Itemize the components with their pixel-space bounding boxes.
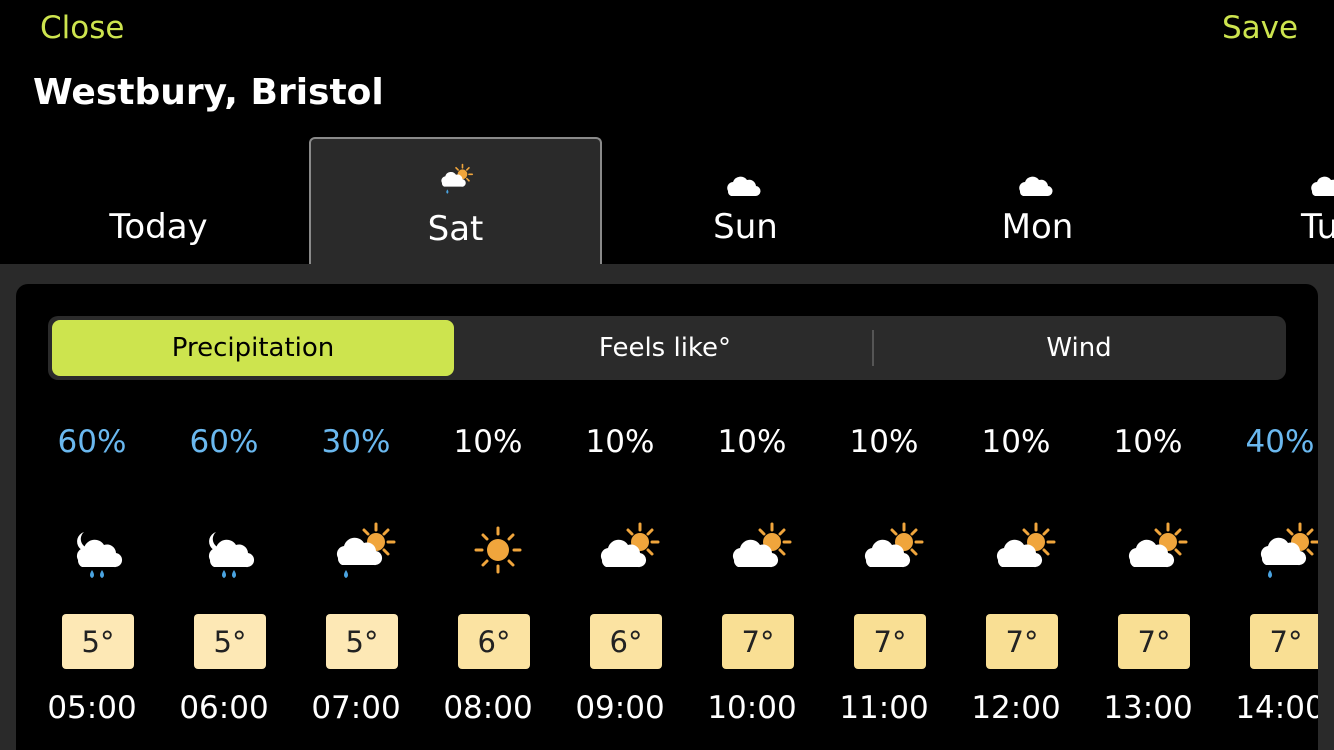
day-label: Tu — [1301, 207, 1334, 247]
hour-column: 60% 5° 05:00 — [26, 414, 158, 750]
temperature-badge: 7° — [986, 614, 1058, 669]
temperature-badge: 6° — [590, 614, 662, 669]
hour-column: 10% 6° 09:00 — [554, 414, 686, 750]
temperature-badge: 6° — [458, 614, 530, 669]
day-tab-sun[interactable]: Sun — [600, 137, 891, 264]
metric-segmented-control: Precipitation Feels like° Wind — [48, 316, 1286, 380]
segment-feels-like[interactable]: Feels like° — [464, 320, 866, 376]
precipitation-chance: 40% — [1245, 424, 1315, 460]
moon-cloud-rain-icon — [76, 532, 123, 578]
sun-icon — [474, 526, 522, 574]
save-button[interactable]: Save — [1222, 10, 1298, 46]
day-label: Sun — [713, 207, 778, 247]
precipitation-chance: 30% — [321, 424, 391, 460]
sun-cloud-rain-icon — [336, 522, 396, 578]
hour-time: 07:00 — [311, 690, 401, 726]
hour-column: 10% 6° 08:00 — [422, 414, 554, 750]
hour-time: 13:00 — [1103, 690, 1193, 726]
temperature-badge: 7° — [1250, 614, 1318, 669]
cloud-icon — [1311, 176, 1334, 196]
hour-column: 10% 7° 10:00 — [686, 414, 818, 750]
day-tab-today[interactable]: Today — [13, 137, 304, 264]
day-tab-tue[interactable]: Tu — [1184, 137, 1334, 264]
day-tab-mon[interactable]: Mon — [892, 137, 1183, 264]
precipitation-chance: 60% — [189, 424, 259, 460]
cloud-icon — [1018, 176, 1053, 197]
hour-column: 10% 7° 11:00 — [818, 414, 950, 750]
hour-column: 10% 7° 13:00 — [1082, 414, 1214, 750]
sun-cloud-icon — [732, 522, 792, 568]
temperature-badge: 5° — [62, 614, 134, 669]
hour-column: 10% 7° 12:00 — [950, 414, 1082, 750]
segment-divider — [872, 330, 874, 366]
sun-cloud-icon — [864, 522, 924, 568]
hour-time: 14:00 — [1235, 690, 1318, 726]
hour-column: 40% 7° 14:00 — [1214, 414, 1318, 750]
segment-precipitation[interactable]: Precipitation — [52, 320, 454, 376]
location-title: Westbury, Bristol — [33, 72, 384, 113]
precipitation-chance: 10% — [981, 424, 1051, 460]
day-label: Sat — [427, 209, 484, 249]
sun-cloud-rain-icon — [1260, 522, 1318, 578]
sun-cloud-icon — [996, 522, 1056, 568]
cloud-icon — [726, 176, 761, 197]
temperature-badge: 7° — [722, 614, 794, 669]
hour-time: 06:00 — [179, 690, 269, 726]
hour-time: 08:00 — [443, 690, 533, 726]
precipitation-chance: 10% — [1113, 424, 1183, 460]
segment-wind[interactable]: Wind — [878, 320, 1280, 376]
day-label: Today — [109, 207, 208, 247]
precipitation-chance: 60% — [57, 424, 127, 460]
temperature-badge: 7° — [1118, 614, 1190, 669]
precipitation-chance: 10% — [717, 424, 787, 460]
close-button[interactable]: Close — [40, 10, 124, 46]
sun-cloud-icon — [600, 522, 660, 568]
precipitation-chance: 10% — [849, 424, 919, 460]
hour-column: 30% 5° 07:00 — [290, 414, 422, 750]
temperature-badge: 5° — [194, 614, 266, 669]
day-label: Mon — [1001, 207, 1074, 247]
hour-time: 12:00 — [971, 690, 1061, 726]
sun-cloud-rain-icon — [440, 163, 473, 194]
hour-column: 60% 5° 06:00 — [158, 414, 290, 750]
temperature-badge: 5° — [326, 614, 398, 669]
hour-time: 11:00 — [839, 690, 929, 726]
hour-time: 05:00 — [47, 690, 137, 726]
hourly-panel: Precipitation Feels like° Wind 60% 5° 05:0… — [16, 284, 1318, 750]
day-tab-sat[interactable]: Sat — [309, 137, 602, 264]
moon-cloud-rain-icon — [208, 532, 255, 578]
precipitation-chance: 10% — [453, 424, 523, 460]
hour-time: 10:00 — [707, 690, 797, 726]
sun-cloud-icon — [1128, 522, 1188, 568]
hour-time: 09:00 — [575, 690, 665, 726]
temperature-badge: 7° — [854, 614, 926, 669]
precipitation-chance: 10% — [585, 424, 655, 460]
